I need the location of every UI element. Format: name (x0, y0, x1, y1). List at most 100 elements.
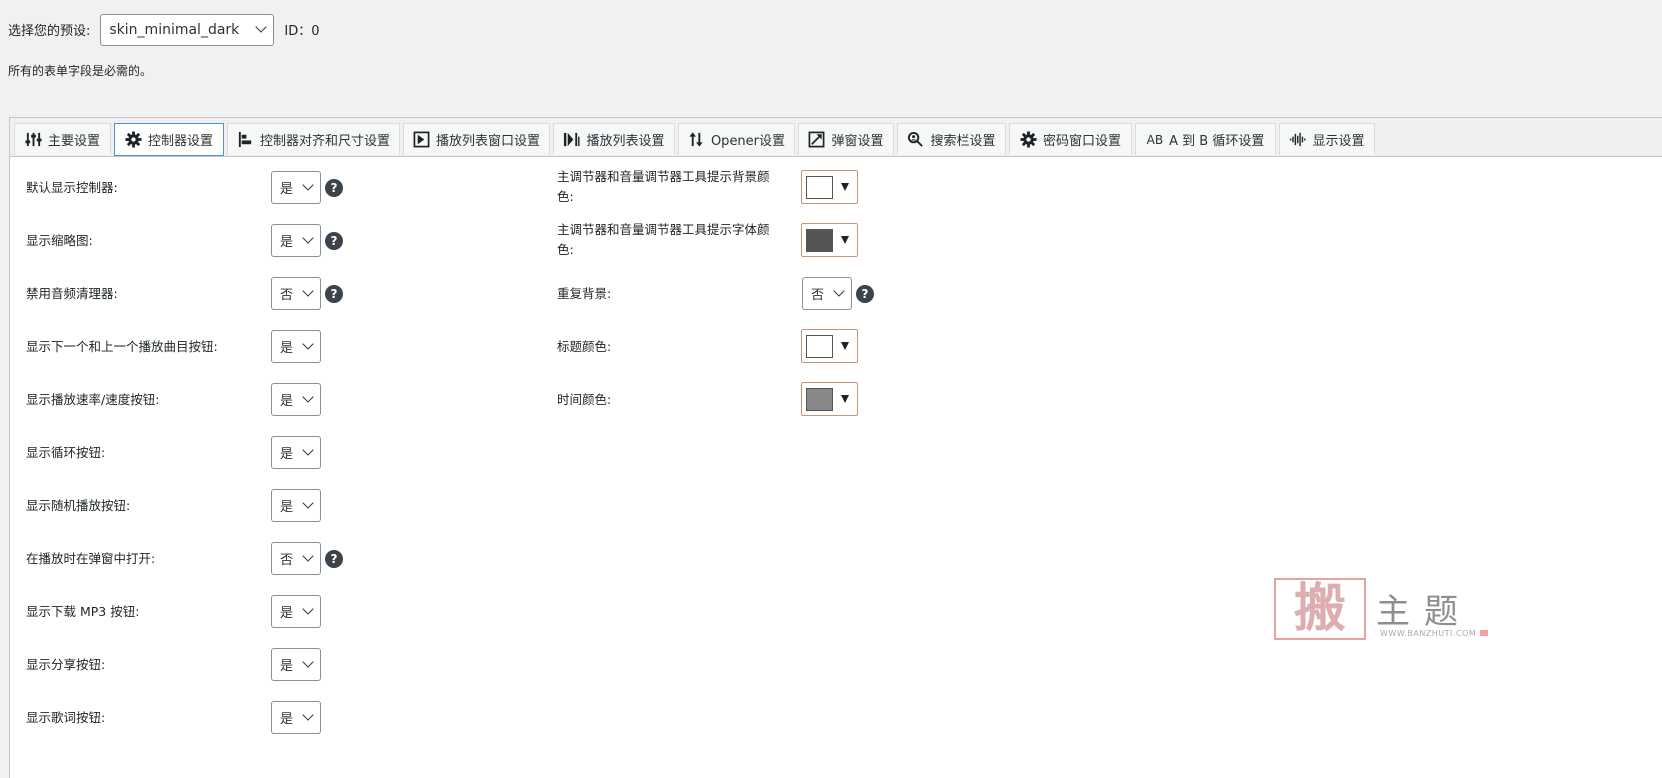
setting-label: 在播放时在弹窗中打开: (26, 551, 156, 566)
setting-select[interactable]: 是 (271, 648, 321, 681)
settings-panel: 主要设置 控制器设置 控制器对齐和尺寸设置 播放列表窗口设置 播放列表设置 Op… (9, 117, 1662, 778)
chevron-down-icon (302, 285, 314, 297)
sort-arrows-icon (689, 132, 703, 147)
select-value: 是 (280, 235, 294, 250)
chevron-down-icon (302, 391, 314, 403)
setting-label: 显示歌词按钮: (26, 710, 106, 725)
color-swatch (806, 175, 833, 199)
select-value: 是 (280, 659, 294, 674)
setting-label: 显示下一个和上一个播放曲目按钮: (26, 339, 218, 354)
select-value: 是 (280, 447, 294, 462)
help-icon[interactable]: ? (325, 179, 343, 197)
tab-label: 主要设置 (47, 134, 100, 149)
watermark-url: WWW.BANZHUTI.COM (1380, 629, 1477, 638)
setting-label: 主调节器和音量调节器工具提示字体颜色: (557, 222, 770, 257)
playlist-icon (564, 132, 581, 147)
chevron-down-icon (302, 179, 314, 191)
select-value: 否 (280, 553, 294, 568)
setting-select[interactable]: 是 (271, 383, 321, 416)
watermark-text: 主题 (1376, 592, 1472, 632)
setting-select[interactable]: 否 (802, 277, 852, 310)
preset-select[interactable]: skin_minimal_dark (100, 13, 275, 46)
color-picker[interactable] (801, 329, 858, 363)
setting-label: 显示循环按钮: (26, 445, 106, 460)
caret-down-icon (841, 183, 849, 191)
setting-select[interactable]: 是 (271, 701, 321, 734)
caret-down-icon (841, 342, 849, 350)
help-icon[interactable]: ? (325, 285, 343, 303)
chevron-down-icon (302, 550, 314, 562)
select-value: 是 (280, 341, 294, 356)
preset-id: ID：0 (284, 24, 320, 39)
color-swatch (806, 228, 833, 252)
tab-controller-alignment[interactable]: 控制器对齐和尺寸设置 (227, 123, 400, 155)
tab-label: 控制器对齐和尺寸设置 (259, 134, 390, 149)
setting-label: 显示随机播放按钮: (26, 498, 131, 513)
tab-label: 密码窗口设置 (1042, 134, 1121, 149)
tab-display-settings[interactable]: 显示设置 (1279, 123, 1375, 155)
setting-label: 标题颜色: (557, 339, 612, 354)
tab-search-settings[interactable]: 搜索栏设置 (897, 123, 1006, 155)
chevron-down-icon (255, 21, 268, 33)
help-icon[interactable]: ? (325, 550, 343, 568)
tab-label: 搜索栏设置 (930, 134, 996, 149)
color-picker[interactable] (801, 382, 858, 416)
waveform-icon (1290, 132, 1307, 147)
search-icon (908, 131, 924, 147)
select-value: 是 (280, 712, 294, 727)
setting-select[interactable]: 否 (271, 542, 321, 575)
color-picker[interactable] (801, 223, 858, 257)
tab-opener-settings[interactable]: Opener设置 (678, 123, 795, 155)
select-value: 是 (280, 394, 294, 409)
setting-label: 显示分享按钮: (26, 657, 106, 672)
setting-label: 默认显示控制器: (26, 180, 118, 195)
popup-icon (809, 131, 825, 148)
setting-select[interactable]: 是 (271, 171, 321, 204)
select-value: 否 (280, 288, 294, 303)
chevron-down-icon (302, 497, 314, 509)
sliders-icon (25, 132, 42, 147)
tab-playlist-window[interactable]: 播放列表窗口设置 (403, 123, 550, 155)
select-value: 是 (280, 606, 294, 621)
setting-label: 显示缩略图: (26, 233, 93, 248)
tab-popup-settings[interactable]: 弹窗设置 (798, 123, 894, 155)
setting-select[interactable]: 是 (271, 330, 321, 363)
setting-select[interactable]: 是 (271, 436, 321, 469)
tab-label: Opener设置 (710, 134, 786, 149)
setting-select[interactable]: 是 (271, 489, 321, 522)
tab-ab-loop-settings[interactable]: AB A 到 B 循环设置 (1135, 123, 1276, 155)
color-swatch (806, 387, 833, 411)
setting-label: 重复背景: (557, 286, 612, 301)
chevron-down-icon (302, 232, 314, 244)
tab-password-window[interactable]: 密码窗口设置 (1009, 123, 1132, 155)
watermark-seal: 搬 (1274, 578, 1366, 640)
chevron-down-icon (833, 285, 845, 297)
chevron-down-icon (302, 656, 314, 668)
ab-icon: AB (1146, 132, 1164, 147)
setting-label: 时间颜色: (557, 392, 612, 407)
setting-label: 显示下载 MP3 按钮: (26, 604, 140, 619)
setting-select[interactable]: 否 (271, 277, 321, 310)
playlist-window-icon (413, 131, 430, 148)
select-value: 是 (280, 500, 294, 515)
watermark-dot (1480, 630, 1488, 636)
tab-main-settings[interactable]: 主要设置 (14, 123, 111, 155)
required-note: 所有的表单字段是必需的。 (8, 64, 153, 78)
help-icon[interactable]: ? (856, 285, 874, 303)
color-picker[interactable] (801, 170, 858, 204)
setting-select[interactable]: 是 (271, 224, 321, 257)
tab-playlist-settings[interactable]: 播放列表设置 (553, 123, 675, 155)
setting-select[interactable]: 是 (271, 595, 321, 628)
help-icon[interactable]: ? (325, 232, 343, 250)
gear-icon (1020, 131, 1037, 148)
tab-controller-settings[interactable]: 控制器设置 (114, 123, 224, 156)
chevron-down-icon (302, 709, 314, 721)
watermark-seal-char: 搬 (1293, 578, 1346, 639)
watermark-logo: 搬 主题 WWW.BANZHUTI.COM (1274, 578, 1494, 642)
tab-label: A 到 B 循环设置 (1169, 134, 1265, 149)
preset-label: 选择您的预设: (8, 24, 91, 39)
tab-bar: 主要设置 控制器设置 控制器对齐和尺寸设置 播放列表窗口设置 播放列表设置 Op… (10, 118, 1662, 157)
tab-label: 显示设置 (1312, 134, 1365, 149)
setting-label: 主调节器和音量调节器工具提示背景颜色: (557, 169, 770, 204)
color-swatch (806, 334, 833, 358)
